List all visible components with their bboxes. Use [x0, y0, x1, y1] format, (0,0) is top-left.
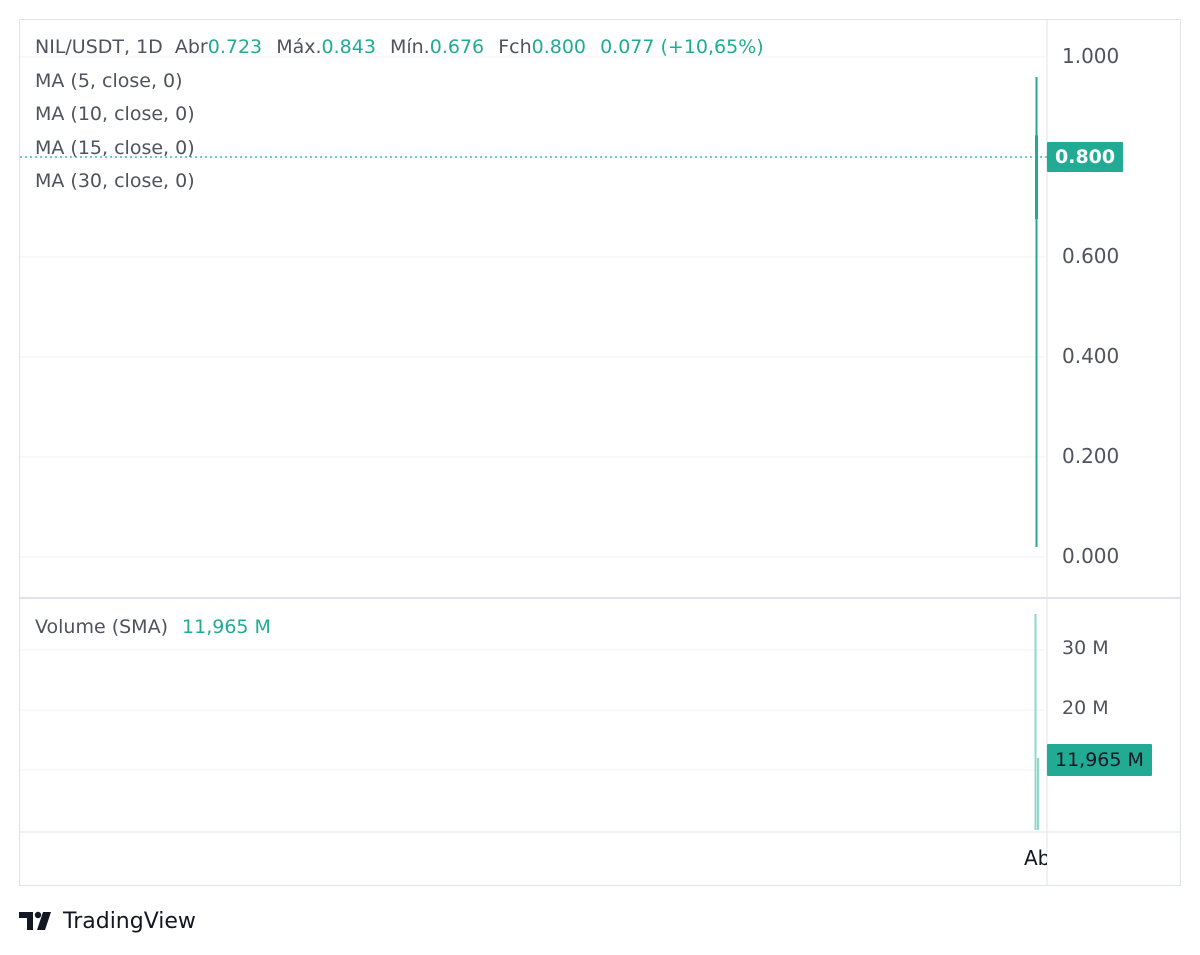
- ma-30-indicator[interactable]: MA (30, close, 0): [35, 170, 195, 192]
- price-tick-label: 0.400: [1062, 344, 1120, 368]
- low-label: Mín.: [389, 36, 430, 58]
- price-gridlines: [20, 56, 1047, 558]
- price-tick-label: 1.000: [1062, 44, 1120, 68]
- volume-bar: [1037, 758, 1039, 830]
- candle-body: [1035, 135, 1038, 219]
- high-value: 0.843: [321, 36, 376, 58]
- volume-value: 11,965 M: [182, 616, 271, 638]
- volume-bars: [1034, 614, 1039, 830]
- volume-bar: [1034, 614, 1037, 830]
- open-label: Abr: [174, 36, 208, 58]
- tradingview-logo[interactable]: TradingView: [19, 905, 196, 937]
- volume-gridlines: [20, 649, 1047, 771]
- tradingview-logo-text: TradingView: [63, 908, 196, 934]
- close-label: Fch: [498, 36, 532, 58]
- ohlc-legend: NIL/USDT, 1D Abr0.723 Máx.0.843 Mín.0.67…: [35, 36, 764, 58]
- price-tick-label: 0.000: [1062, 544, 1120, 568]
- ma-10-indicator[interactable]: MA (10, close, 0): [35, 103, 195, 125]
- low-value: 0.676: [429, 36, 485, 58]
- volume-tick-label: 20 M: [1062, 697, 1109, 719]
- change-value: 0.077 (+10,65%): [600, 36, 764, 58]
- ma-15-indicator[interactable]: MA (15, close, 0): [35, 137, 195, 159]
- volume-tick-label: 30 M: [1062, 637, 1109, 659]
- open-value: 0.723: [207, 36, 263, 58]
- volume-label: Volume (SMA): [35, 616, 168, 638]
- last-volume-tag: 11,965 M: [1047, 744, 1152, 776]
- price-tick-label: 0.200: [1062, 444, 1120, 468]
- volume-legend[interactable]: Volume (SMA) 11,965 M: [35, 616, 271, 638]
- tradingview-logo-icon: [19, 911, 51, 930]
- price-tick-label: 0.600: [1062, 244, 1120, 268]
- ma-5-indicator[interactable]: MA (5, close, 0): [35, 70, 183, 92]
- last-price-tag: 0.800: [1047, 142, 1124, 172]
- time-axis-label: Ab: [1024, 846, 1047, 870]
- symbol-label[interactable]: NIL/USDT, 1D: [35, 36, 163, 58]
- candles: [1035, 77, 1038, 547]
- high-label: Máx.: [276, 36, 322, 58]
- close-value: 0.800: [531, 36, 587, 58]
